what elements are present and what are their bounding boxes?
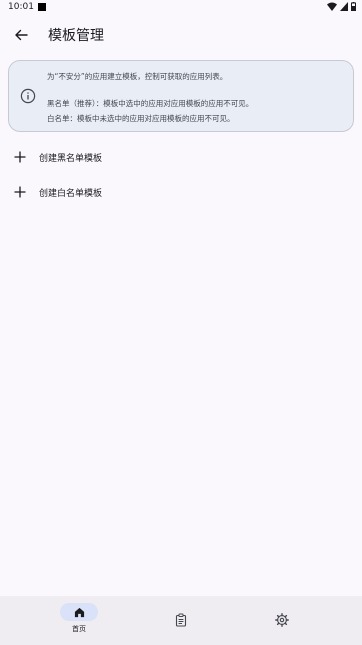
nav-item-clipboard[interactable]: [170, 596, 192, 645]
wifi-icon: [327, 2, 337, 11]
info-icon: [20, 88, 36, 104]
create-whitelist-template-label: 创建白名单模板: [39, 188, 103, 199]
back-button[interactable]: [10, 24, 32, 46]
app-bar: 模板管理: [0, 18, 362, 50]
signal-icon: [340, 2, 348, 11]
status-bar: 10:01: [0, 0, 362, 14]
info-card: 为“不安分”的应用建立模板，控制可获取的应用列表。 黑名单（推荐）：模板中选中的…: [8, 60, 354, 132]
create-blacklist-template-button[interactable]: 创建黑名单模板: [0, 142, 362, 172]
info-text-blacklist: 黑名单（推荐）：模板中选中的应用对应用模板的应用不可见。: [47, 99, 254, 108]
bottom-navigation: 首页: [0, 596, 362, 645]
nav-active-indicator: [60, 603, 98, 621]
create-whitelist-template-button[interactable]: 创建白名单模板: [0, 177, 362, 207]
info-text-intro: 为“不安分”的应用建立模板，控制可获取的应用列表。: [47, 72, 228, 81]
notification-icon: [38, 3, 46, 11]
arrow-left-icon: [15, 29, 28, 41]
plus-icon: [14, 151, 26, 163]
nav-item-home[interactable]: 首页: [55, 596, 103, 645]
home-icon: [74, 607, 84, 617]
nav-label-home: 首页: [72, 625, 86, 633]
nav-item-settings[interactable]: [271, 596, 293, 645]
battery-icon: [351, 2, 356, 11]
page-title: 模板管理: [48, 28, 104, 44]
status-time: 10:01: [8, 2, 34, 12]
clipboard-icon: [175, 613, 187, 627]
status-icons: [327, 2, 356, 11]
info-text-whitelist: 白名单：模板中未选中的应用对应用模板的应用不可见。: [47, 114, 235, 123]
create-blacklist-template-label: 创建黑名单模板: [39, 153, 103, 164]
plus-icon: [14, 186, 26, 198]
gear-icon: [275, 613, 289, 627]
